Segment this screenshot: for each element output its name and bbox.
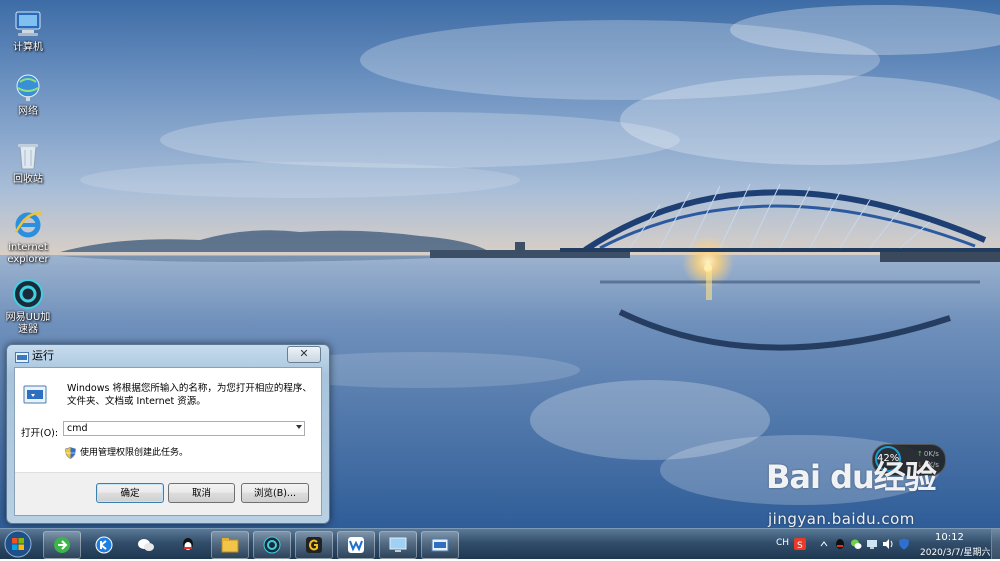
run-icon: [431, 536, 449, 554]
desktop-icon-uu-accelerator[interactable]: 网易UU加速器: [4, 278, 52, 336]
run-dialog-title-text: 运行: [32, 349, 54, 362]
cancel-button[interactable]: 取消: [168, 483, 235, 503]
desktop-icon-label: 网易UU加速器: [5, 312, 51, 335]
desktop-icon-internet-explorer[interactable]: internet explorer: [4, 208, 52, 266]
svg-text:S: S: [797, 541, 803, 550]
admin-note-text: 使用管理权限创建此任务。: [80, 448, 189, 458]
network-icon: [12, 72, 44, 104]
run-dialog-title: 运行: [15, 347, 54, 365]
run-dialog: 运行 ✕ Windows 将根据您所输入的名称，为您打开相应的程序、文件夹、文档…: [6, 344, 330, 524]
desktop-icon-recycle-bin[interactable]: 回收站: [4, 140, 52, 186]
watermark-url: jingyan.baidu.com: [768, 510, 915, 528]
clock-date[interactable]: 2020/3/7/星期六: [920, 545, 990, 558]
baidu-jingyan-watermark: Bai du经验 jingyan.baidu.com: [766, 452, 937, 528]
desktop-icon-label: 计算机: [13, 42, 43, 53]
show-desktop-button[interactable]: [991, 529, 1000, 559]
run-dialog-body: Windows 将根据您所输入的名称，为您打开相应的程序、文件夹、文档或 Int…: [14, 367, 322, 516]
desktop-icon-computer[interactable]: 计算机: [4, 8, 52, 54]
360-browser-icon: [53, 536, 71, 554]
taskbar-wechat[interactable]: [127, 531, 165, 559]
desktop-icon-network[interactable]: 网络: [4, 72, 52, 118]
kugou-icon: [95, 536, 113, 554]
browse-button[interactable]: 浏览(B)...: [241, 483, 309, 503]
taskbar-run[interactable]: [421, 531, 459, 559]
game-app-icon: [305, 536, 323, 554]
clock-time[interactable]: 10:12: [935, 532, 964, 543]
desktop-icon-label: internet explorer: [7, 242, 49, 265]
remote-desktop-icon: [389, 536, 407, 554]
close-button[interactable]: ✕: [287, 346, 321, 363]
run-command-input[interactable]: [63, 421, 305, 436]
admin-note: 使用管理权限创建此任务。: [65, 445, 188, 459]
desktop-icon-label: 回收站: [13, 174, 43, 185]
watermark-logo: Bai du经验: [766, 458, 937, 496]
system-tray: CH S 10:12 2020/3/7/星期六: [770, 529, 1000, 559]
run-dialog-footer: 确定 取消 浏览(B)...: [15, 472, 321, 515]
dropdown-arrow-icon[interactable]: [296, 425, 302, 429]
taskbar-wps[interactable]: [337, 531, 375, 559]
taskbar-remote-desktop[interactable]: [379, 531, 417, 559]
ok-button[interactable]: 确定: [96, 483, 164, 503]
taskbar-qq[interactable]: [169, 531, 207, 559]
file-explorer-icon: [221, 536, 239, 554]
taskbar-uu-accelerator[interactable]: [253, 531, 291, 559]
qq-icon: [179, 536, 197, 554]
computer-icon: [12, 8, 44, 40]
start-button[interactable]: [3, 530, 33, 558]
taskbar-kugou[interactable]: [85, 531, 123, 559]
sogou-input-icon[interactable]: S: [794, 538, 806, 551]
run-description: Windows 将根据您所输入的名称，为您打开相应的程序、文件夹、文档或 Int…: [67, 383, 312, 407]
uac-shield-icon: [65, 446, 76, 459]
uu-accelerator-icon: [263, 536, 281, 554]
run-program-icon: [23, 384, 47, 406]
open-label: 打开(O):: [21, 428, 59, 439]
uu-accelerator-icon: [12, 278, 44, 310]
desktop-icon-label: 网络: [18, 106, 38, 117]
run-command-value: cmd: [67, 423, 88, 434]
network-tray-icon[interactable]: [866, 538, 878, 550]
shield-tray-icon[interactable]: [898, 538, 910, 550]
run-icon: [15, 351, 29, 363]
input-method-indicator[interactable]: CH: [776, 538, 789, 548]
wechat-tray-icon[interactable]: [850, 538, 862, 550]
volume-icon[interactable]: [882, 538, 894, 550]
taskbar-360-browser[interactable]: [43, 531, 81, 559]
recycle-bin-icon: [12, 140, 44, 172]
wechat-icon: [137, 536, 155, 554]
windows-logo-icon: [4, 530, 32, 558]
taskbar: CH S 10:12 2020/3/7/星期六: [0, 528, 1000, 559]
taskbar-file-explorer[interactable]: [211, 531, 249, 559]
taskbar-game-app[interactable]: [295, 531, 333, 559]
tray-expand-icon[interactable]: [818, 538, 830, 550]
wps-icon: [347, 536, 365, 554]
internet-explorer-icon: [12, 208, 44, 240]
qq-tray-icon[interactable]: [834, 538, 846, 550]
